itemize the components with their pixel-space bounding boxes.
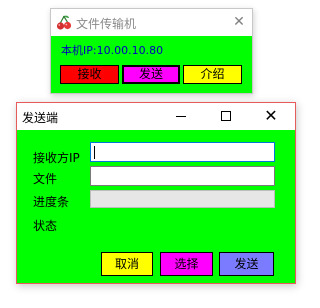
file-input[interactable] xyxy=(90,166,275,186)
select-file-button[interactable]: 选择 xyxy=(160,252,213,276)
receiver-ip-label: 接收方IP xyxy=(33,151,80,165)
send-button[interactable]: 发送 xyxy=(219,252,274,276)
local-ip-label: 本机IP:10.00.10.80 xyxy=(61,44,164,57)
maximize-button[interactable] xyxy=(211,106,241,126)
file-transfer-titlebar[interactable]: 文件传输机 ✕ xyxy=(51,9,252,35)
window-title: 发送端 xyxy=(22,111,59,125)
text-caret xyxy=(94,146,95,159)
transfer-client-area: 本机IP:10.00.10.80 接收 发送 介绍 xyxy=(51,36,252,93)
window-title: 文件传输机 xyxy=(76,17,137,31)
sender-window: 发送端 ✕ 接收方IP 文件 进度条 状态 取消 选择 发送 xyxy=(16,102,296,284)
cancel-button[interactable]: 取消 xyxy=(101,252,153,276)
maximize-icon xyxy=(221,111,231,121)
minimize-icon xyxy=(176,116,186,117)
progress-bar xyxy=(90,190,275,208)
close-icon[interactable]: ✕ xyxy=(231,14,247,30)
receiver-ip-input[interactable] xyxy=(90,142,275,162)
progress-label: 进度条 xyxy=(33,195,70,209)
status-label: 状态 xyxy=(33,219,58,233)
minimize-button[interactable] xyxy=(166,106,196,126)
receive-button[interactable]: 接收 xyxy=(60,65,119,84)
close-button[interactable]: ✕ xyxy=(256,106,286,126)
send-mode-button[interactable]: 发送 xyxy=(122,65,180,84)
file-transfer-window: 文件传输机 ✕ 本机IP:10.00.10.80 接收 发送 介绍 xyxy=(50,8,253,94)
close-icon: ✕ xyxy=(264,106,278,125)
sender-client-area: 接收方IP 文件 进度条 状态 取消 选择 发送 xyxy=(17,130,295,283)
about-button[interactable]: 介绍 xyxy=(183,65,242,84)
sender-titlebar[interactable]: 发送端 ✕ xyxy=(17,103,295,129)
cherry-icon xyxy=(56,15,72,31)
file-label: 文件 xyxy=(33,172,58,186)
